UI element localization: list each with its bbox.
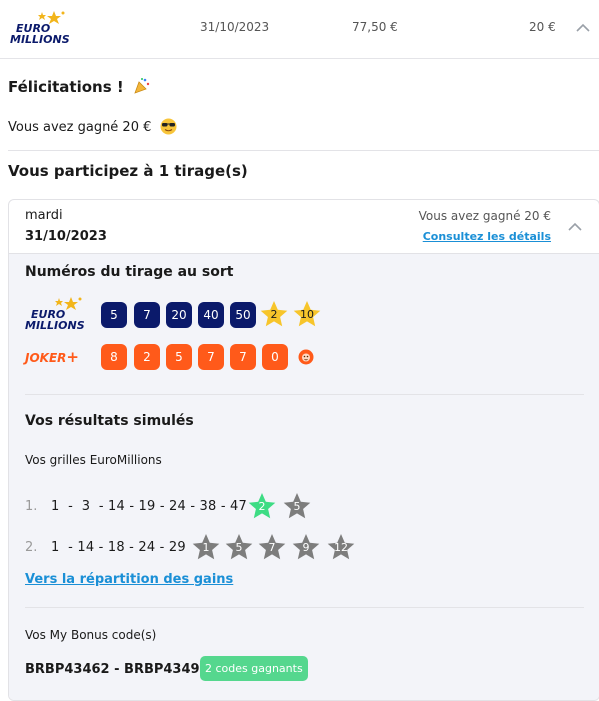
congrats-title: Félicitations !	[8, 77, 151, 96]
joker-logo-text: JOKER	[25, 351, 67, 365]
bonus-badge: 2 codes gagnants	[200, 656, 308, 681]
draw-star-number: 2	[270, 307, 278, 321]
grid-index: 2.	[25, 540, 38, 555]
joker-digit: 2	[134, 344, 160, 370]
joker-digit: 0	[262, 344, 288, 370]
grid-numbers: 1 - 3 - 14 - 19 - 24 - 38 - 47	[51, 499, 247, 514]
lion-icon	[298, 349, 314, 365]
chevron-up-icon[interactable]	[568, 220, 582, 234]
ticket-summary-row[interactable]: EURO MILLIONS 31/10/2023 77,50 € 20 €	[0, 0, 599, 59]
grid-star: 9	[292, 533, 320, 561]
congrats-won-text: Vous avez gagné 20 €	[8, 120, 152, 135]
participation-title: Vous participez à 1 tirage(s)	[8, 162, 248, 180]
grid-index: 1.	[25, 499, 38, 514]
numbers-title: Numéros du tirage au sort	[25, 264, 234, 280]
grid-star: 7	[258, 533, 286, 561]
joker-digit: 7	[230, 344, 256, 370]
bonus-codes: BRBP43462 - BRBP43492	[25, 662, 209, 677]
grids-title: Vos grilles EuroMillions	[25, 453, 162, 467]
divider	[8, 150, 599, 151]
draw-star: 2	[260, 300, 288, 328]
grid-star-number: 5	[293, 499, 301, 513]
grid-star-number: 7	[268, 540, 276, 554]
draw-won-text: Vous avez gagné 20 €	[418, 209, 551, 223]
grid-star-number: 5	[235, 540, 243, 554]
gains-link[interactable]: Vers la répartition des gains	[25, 572, 233, 587]
joker-logo-plus: +	[66, 348, 79, 366]
draw-ball: 20	[166, 302, 192, 328]
draw-star-number: 10	[300, 307, 314, 321]
draw-ball: 5	[101, 302, 127, 328]
logo-text-millions: MILLIONS	[25, 319, 85, 332]
joker-digit: 5	[166, 344, 192, 370]
joker-logo: JOKER+	[25, 348, 79, 366]
grid-numbers: 1 - 14 - 18 - 24 - 29	[51, 540, 186, 555]
congrats-won: Vous avez gagné 20 €	[8, 118, 177, 135]
grid-star-number: 2	[258, 499, 266, 513]
euromillions-logo: EURO MILLIONS	[25, 296, 85, 332]
draw-date: 31/10/2023	[25, 229, 107, 244]
logo-text-millions: MILLIONS	[10, 33, 70, 46]
party-popper-icon	[134, 78, 150, 94]
draw-day: mardi	[25, 208, 63, 223]
draw-ball: 40	[198, 302, 224, 328]
joker-digit: 8	[101, 344, 127, 370]
draw-card-body: Numéros du tirage au sort EURO MILLIONS …	[9, 253, 599, 700]
results-title: Vos résultats simulés	[25, 413, 194, 429]
euromillions-logo: EURO MILLIONS	[10, 10, 70, 46]
summary-date: 31/10/2023	[200, 20, 270, 34]
summary-stake: 77,50 €	[352, 20, 398, 34]
grid-star: 12	[327, 533, 355, 561]
bonus-title: Vos My Bonus code(s)	[25, 628, 157, 642]
draw-card: mardi 31/10/2023 Vous avez gagné 20 € Co…	[8, 199, 599, 701]
draw-ball: 50	[230, 302, 256, 328]
divider	[25, 394, 584, 395]
draw-ball: 7	[134, 302, 160, 328]
divider	[25, 607, 584, 608]
congrats-title-text: Félicitations !	[8, 78, 124, 96]
chevron-up-icon[interactable]	[576, 21, 590, 35]
grid-star: 1	[192, 533, 220, 561]
grid-star-number: 1	[202, 540, 210, 554]
grid-star: 5	[225, 533, 253, 561]
joker-digit: 7	[198, 344, 224, 370]
draw-star: 10	[293, 300, 321, 328]
sunglasses-emoji-icon	[160, 118, 177, 135]
grid-star-number: 9	[302, 540, 310, 554]
details-link[interactable]: Consultez les détails	[423, 230, 551, 243]
grid-star-won: 2	[248, 492, 276, 520]
grid-star-number: 12	[334, 540, 348, 554]
grid-star: 5	[283, 492, 311, 520]
summary-won: 20 €	[529, 20, 556, 34]
